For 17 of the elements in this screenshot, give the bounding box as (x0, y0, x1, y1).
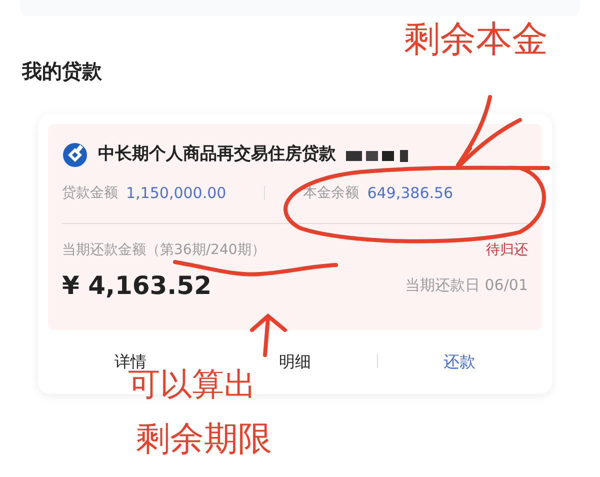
annotation-text: 剩余期限 (136, 422, 272, 456)
bank-logo-icon (62, 142, 88, 168)
field-label: 贷款金额 (62, 184, 118, 203)
installment-amount: ¥ 4,163.52 (62, 270, 212, 302)
annotation-text: 剩余本金 (404, 22, 548, 58)
field-value: 649,386.56 (367, 183, 454, 204)
action-button[interactable]: 明细 (278, 350, 311, 374)
field-value: 1,150,000.00 (126, 183, 226, 204)
installment-label: 当期还款金额（第36期/240期） (62, 240, 266, 260)
annotation-text: 可以算出 (128, 368, 256, 400)
action-button[interactable]: 还款 (444, 350, 476, 374)
section-title: 我的贷款 (22, 58, 103, 85)
due-date: 当期还款日 06/01 (405, 275, 528, 296)
redaction-mark (346, 148, 410, 162)
field-label: 本金余额 (303, 184, 360, 203)
status-label: 待归还 (486, 240, 528, 260)
loan-name: 中长期个人商品再交易住房贷款 (98, 143, 336, 166)
